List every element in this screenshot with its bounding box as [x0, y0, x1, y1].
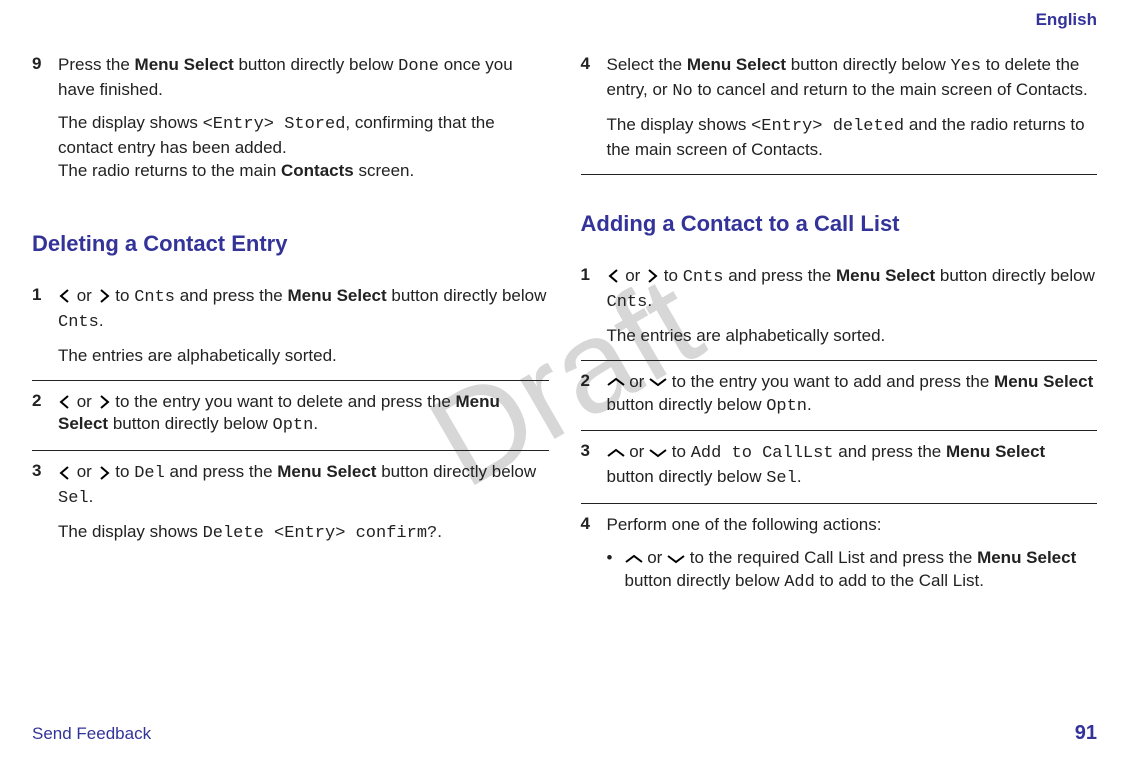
step-result: The display shows Delete <Entry> confirm… — [58, 521, 549, 546]
step-result: The entries are alphabetically sorted. — [58, 345, 549, 368]
step-number: 1 — [581, 265, 607, 348]
left-arrow-icon — [607, 269, 621, 283]
right-arrow-icon — [645, 269, 659, 283]
step-text: or to the entry you want to add and pres… — [607, 371, 1098, 419]
heading-adding: Adding a Contact to a Call List — [581, 211, 1098, 237]
left-arrow-icon — [58, 395, 72, 409]
left-arrow-icon — [58, 466, 72, 480]
step-number: 1 — [32, 285, 58, 368]
right-arrow-icon — [97, 395, 111, 409]
step-text: Select the Menu Select button directly b… — [607, 54, 1098, 104]
send-feedback-link[interactable]: Send Feedback — [32, 724, 151, 744]
bullet: • — [607, 547, 625, 570]
down-arrow-icon — [667, 554, 685, 564]
step-number: 2 — [32, 391, 58, 439]
step-text: or to Cnts and press the Menu Select but… — [607, 265, 1098, 315]
step-text: or to Add to CallLst and press the Menu … — [607, 441, 1098, 491]
page-number: 91 — [1075, 722, 1097, 745]
bullet-text: or to the required Call List and press t… — [625, 547, 1098, 595]
step-text: or to Del and press the Menu Select butt… — [58, 461, 549, 511]
step-result: The entries are alphabetically sorted. — [607, 325, 1098, 348]
up-arrow-icon — [607, 377, 625, 387]
right-arrow-icon — [97, 289, 111, 303]
step-result: The display shows <Entry> Stored, confir… — [58, 112, 549, 183]
step-number: 3 — [581, 441, 607, 491]
step-number: 3 — [32, 461, 58, 546]
step-result: The display shows <Entry> deleted and th… — [607, 114, 1098, 162]
step-text: or to Cnts and press the Menu Select but… — [58, 285, 549, 335]
language-label: English — [32, 10, 1097, 30]
left-arrow-icon — [58, 289, 72, 303]
up-arrow-icon — [625, 554, 643, 564]
step-number: 9 — [32, 54, 58, 183]
heading-deleting: Deleting a Contact Entry — [32, 231, 549, 257]
up-arrow-icon — [607, 448, 625, 458]
down-arrow-icon — [649, 377, 667, 387]
step-text: Press the Menu Select button directly be… — [58, 54, 549, 102]
step-number: 2 — [581, 371, 607, 419]
down-arrow-icon — [649, 448, 667, 458]
right-arrow-icon — [97, 466, 111, 480]
step-text: Perform one of the following actions: — [607, 514, 1098, 537]
step-text: or to the entry you want to delete and p… — [58, 391, 549, 439]
step-number: 4 — [581, 54, 607, 162]
step-number: 4 — [581, 514, 607, 595]
